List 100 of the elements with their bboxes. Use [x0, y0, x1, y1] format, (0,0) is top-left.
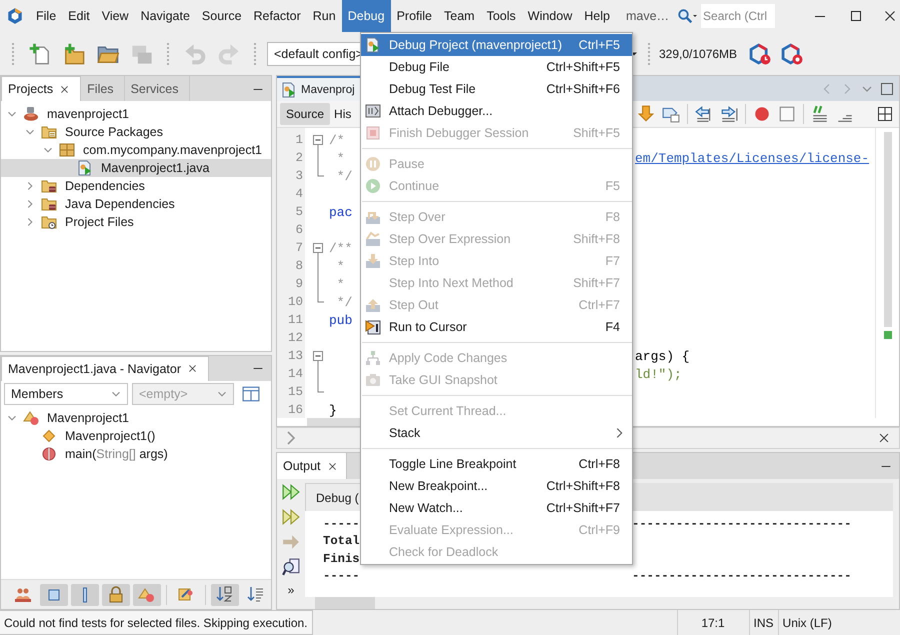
tree-item[interactable]: Source Packages — [63, 125, 165, 139]
code-text: pac — [329, 204, 352, 220]
menu-item[interactable]: Refactor — [248, 0, 307, 32]
menu-item[interactable]: Debug Project (mavenproject1) Ctrl+F5 — [361, 34, 632, 56]
stop-icon[interactable] — [778, 105, 796, 123]
close-icon[interactable] — [59, 84, 70, 94]
square-icon[interactable] — [40, 584, 68, 606]
menu-item[interactable]: File — [30, 0, 62, 32]
record-icon[interactable] — [753, 105, 771, 123]
project-name: mave… — [626, 9, 670, 23]
menu-item[interactable]: Stack — [361, 422, 632, 444]
menu-item[interactable]: New Watch... Ctrl+Shift+F7 — [361, 497, 632, 519]
line-number: 13 — [286, 349, 304, 363]
line-number: 16 — [286, 403, 304, 417]
fold-toggle-icon[interactable] — [313, 243, 323, 257]
line-number: 15 — [286, 385, 304, 399]
line-number: 9 — [294, 277, 304, 291]
lock-icon[interactable] — [102, 584, 130, 606]
output-text: Finis — [323, 552, 360, 566]
indent-left-icon[interactable] — [695, 105, 713, 123]
bar-icon[interactable] — [71, 584, 99, 606]
search-icon[interactable] — [282, 558, 300, 576]
view-tab[interactable]: Source — [280, 103, 330, 125]
fold-toggle-icon[interactable] — [313, 351, 323, 365]
output-text: ------------------------------ — [632, 516, 852, 531]
panel-tab[interactable]: Files — [81, 76, 125, 101]
search-icon — [677, 8, 694, 24]
sort-icon[interactable] — [211, 584, 239, 606]
menu-item[interactable]: Edit — [62, 0, 96, 32]
tree-item[interactable]: mavenproject1 — [45, 107, 131, 121]
code-text: /* — [329, 132, 345, 148]
filter-dropdown[interactable]: Members — [4, 382, 128, 405]
tree-item[interactable]: Project Files — [63, 215, 136, 229]
line-number: 2 — [294, 151, 304, 165]
panel-tab[interactable]: Output — [277, 453, 347, 479]
menu-item[interactable]: Toggle Line Breakpoint Ctrl+F8 — [361, 453, 632, 475]
more-button[interactable]: » — [288, 583, 294, 597]
panel-icon[interactable] — [242, 384, 260, 403]
indent-right-icon[interactable] — [720, 105, 738, 123]
scrollbar-thumb[interactable] — [315, 597, 375, 609]
menu-item[interactable]: Run — [306, 0, 342, 32]
new-file-icon[interactable] — [29, 42, 51, 64]
file-icon — [281, 82, 297, 98]
menu-item[interactable]: Source — [196, 0, 248, 32]
close-icon[interactable] — [187, 363, 198, 374]
line-number: 5 — [294, 205, 304, 219]
menu-item[interactable]: Help — [578, 0, 616, 32]
tree-item[interactable]: Dependencies — [63, 179, 147, 193]
menu-item[interactable]: Profile — [390, 0, 438, 32]
line-number: 10 — [286, 295, 304, 309]
menu-item[interactable]: View — [96, 0, 135, 32]
line-number: 3 — [294, 169, 304, 183]
insert-mode: INS — [750, 610, 779, 635]
arrow-down-icon[interactable] — [637, 105, 655, 123]
menu-item[interactable]: Window — [522, 0, 578, 32]
tag-icon[interactable] — [662, 105, 680, 123]
tree-item[interactable]: Mavenproject1() — [63, 428, 158, 443]
line-number: 4 — [294, 187, 304, 201]
new-folder-icon[interactable] — [63, 42, 85, 64]
panel-tab[interactable]: Mavenproject1.java - Navigator — [1, 356, 209, 381]
view-tab[interactable]: His — [332, 103, 354, 125]
output-text: ----- — [323, 569, 360, 584]
diamond-icon — [41, 428, 57, 444]
menu-item[interactable]: New Breakpoint... Ctrl+Shift+F8 — [361, 475, 632, 497]
line-number: 1 — [294, 133, 304, 147]
tree-item[interactable]: main(String[] args) — [63, 446, 170, 461]
rerun-icon[interactable] — [282, 508, 300, 526]
comment-icon[interactable] — [811, 105, 829, 123]
code-text: * — [336, 150, 345, 166]
menu-item[interactable]: Debug — [342, 0, 391, 32]
menu-item[interactable]: Tools — [480, 0, 522, 32]
panel-tab[interactable]: Projects — [1, 76, 82, 101]
rerun-icon[interactable] — [282, 483, 300, 501]
fold-toggle-icon[interactable] — [313, 135, 323, 149]
output-text: Total — [323, 534, 360, 548]
profile-icon[interactable] — [749, 42, 772, 64]
menu-item[interactable]: Attach Debugger... — [361, 100, 632, 122]
profile-icon[interactable] — [781, 42, 804, 64]
menu-item[interactable]: Team — [438, 0, 481, 32]
close-icon[interactable] — [326, 460, 338, 472]
shape-icon[interactable] — [133, 584, 161, 606]
memory-usage[interactable]: 329,0/1076MB — [659, 46, 738, 60]
scrollbar-thumb[interactable] — [884, 132, 892, 327]
maximize-icon[interactable] — [848, 8, 864, 24]
folder-icon — [41, 124, 57, 140]
tree-item[interactable]: Mavenproject1 — [45, 410, 131, 425]
split-icon[interactable] — [877, 106, 893, 122]
panel-tab[interactable]: Services — [124, 76, 190, 101]
menu-item[interactable]: Run to Cursor F4 — [361, 316, 632, 338]
code-link[interactable]: em/Templates/Licenses/license- — [635, 150, 870, 166]
code-text: /** — [329, 240, 352, 256]
tree-item[interactable]: com.mycompany.mavenproject1 — [81, 143, 264, 157]
line-number: 11 — [286, 313, 304, 327]
close-icon[interactable] — [877, 431, 891, 445]
search-field[interactable]: Search (Ctrl — [701, 4, 776, 28]
menu-item[interactable]: Navigate — [134, 0, 196, 32]
code-text: pub — [329, 312, 352, 328]
method-icon — [41, 446, 57, 462]
tree-item[interactable]: Java Dependencies — [63, 197, 177, 211]
line-endings: Unix (LF) — [782, 614, 833, 632]
